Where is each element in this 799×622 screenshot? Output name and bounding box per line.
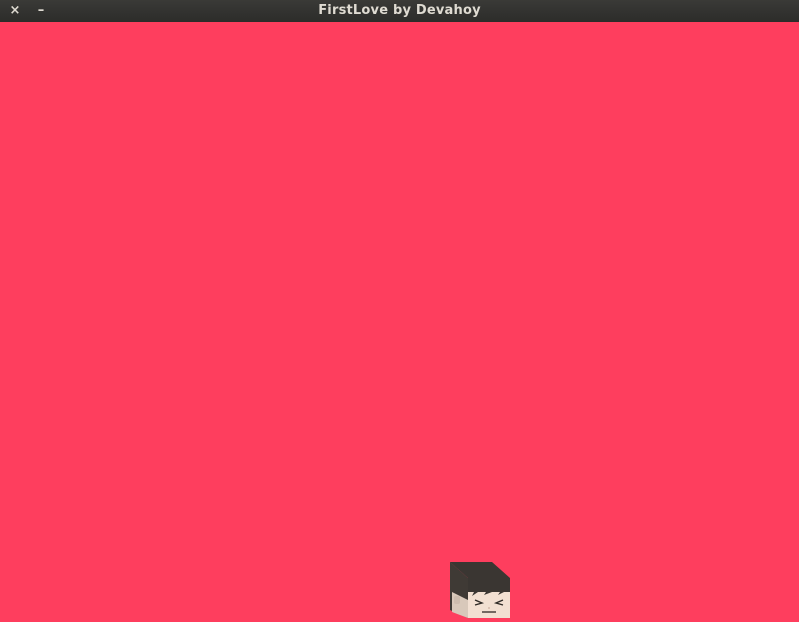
game-canvas[interactable]	[0, 22, 799, 622]
player-head-icon	[450, 562, 510, 618]
player-fringe	[468, 578, 510, 592]
window-title: FirstLove by Devahoy	[318, 3, 481, 18]
title-bar[interactable]: × – FirstLove by Devahoy	[0, 0, 799, 22]
player-ear	[454, 596, 460, 604]
app-window: × – FirstLove by Devahoy	[0, 0, 799, 622]
